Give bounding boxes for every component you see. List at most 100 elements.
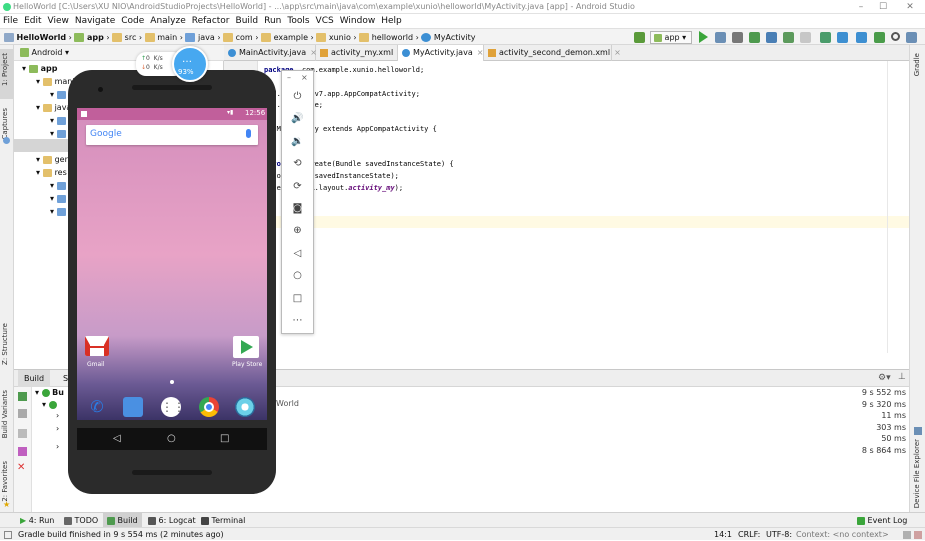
tab-activity-second-demon-xml[interactable]: activity_second_demon.xml ×	[484, 45, 621, 61]
back-icon[interactable]: ◁	[282, 244, 313, 264]
breadcrumb-java[interactable]: java	[198, 33, 215, 42]
breadcrumb-helloworld[interactable]: HelloWorld	[17, 33, 67, 42]
power-icon[interactable]: ⏻	[282, 87, 313, 107]
debug-icon[interactable]	[715, 32, 726, 43]
breadcrumb-app[interactable]: app	[87, 33, 104, 42]
menu-file[interactable]: File	[0, 14, 21, 28]
minimize-emulator-icon[interactable]: –	[287, 73, 291, 82]
phone-app-icon[interactable]: ✆	[87, 397, 107, 417]
menu-vcs[interactable]: VCS	[313, 14, 337, 28]
run-tool-button[interactable]: ▶ 4: Run	[20, 513, 54, 528]
menu-navigate[interactable]: Navigate	[72, 14, 118, 28]
nav-overview-icon[interactable]: □	[220, 433, 229, 444]
volume-up-icon[interactable]: 🔊	[282, 109, 313, 129]
menu-help[interactable]: Help	[378, 14, 405, 28]
menu-window[interactable]: Window	[337, 14, 379, 28]
event-log-button[interactable]: Event Log	[857, 513, 907, 528]
more-icon[interactable]: ⋯	[282, 311, 313, 331]
close-button[interactable]: ✕	[897, 1, 923, 13]
coverage-icon[interactable]	[749, 32, 760, 43]
avd-manager-icon[interactable]	[837, 32, 848, 43]
terminal-tool-button[interactable]: Terminal	[201, 513, 245, 528]
chrome-app-icon[interactable]	[199, 397, 219, 417]
breadcrumb-com[interactable]: com	[236, 33, 253, 42]
breadcrumb-xunio[interactable]: xunio	[329, 33, 351, 42]
menu-analyze[interactable]: Analyze	[147, 14, 188, 28]
nav-back-icon[interactable]: ◁	[113, 433, 121, 444]
menu-run[interactable]: Run	[261, 14, 284, 28]
mic-icon[interactable]	[246, 129, 251, 138]
expand-arrow-icon[interactable]: ▾	[22, 64, 29, 73]
maximize-button[interactable]: ☐	[870, 1, 896, 13]
rotate-left-icon[interactable]: ⟲	[282, 154, 313, 174]
line-separator[interactable]: CRLF:	[738, 528, 760, 541]
tab-activity-my-xml[interactable]: activity_my.xml×	[316, 45, 404, 61]
project-tool-label[interactable]: 1: Project	[1, 53, 9, 86]
menu-view[interactable]: View	[45, 14, 72, 28]
close-tab-icon[interactable]: ×	[477, 48, 484, 57]
project-structure-icon[interactable]	[874, 32, 885, 43]
breadcrumb-myactivity[interactable]: MyActivity	[434, 33, 476, 42]
code-editor[interactable]: package com.example.xunio.helloworld; oid…	[224, 61, 909, 369]
close-emulator-icon[interactable]: ×	[301, 73, 308, 82]
tree-node[interactable]: ▾ res	[36, 166, 67, 179]
home-icon[interactable]: ○	[282, 266, 313, 286]
apply-changes-icon[interactable]	[783, 32, 794, 43]
breadcrumb-src[interactable]: src	[125, 33, 137, 42]
expand-arrow-icon[interactable]: ▾	[50, 207, 57, 216]
gradle-tool-label[interactable]: Gradle	[913, 53, 921, 76]
expand-arrow-icon[interactable]: ▾	[50, 90, 57, 99]
rotate-right-icon[interactable]: ⟳	[282, 177, 313, 197]
breadcrumb-helloworld-pkg[interactable]: helloworld	[372, 33, 413, 42]
sync-icon[interactable]	[820, 32, 831, 43]
camera-icon[interactable]: ◙	[282, 199, 313, 219]
build-tab[interactable]: Build	[18, 370, 51, 387]
tree-node[interactable]: ▾ java	[36, 101, 71, 114]
expand-arrow-icon[interactable]: ▾	[36, 155, 43, 164]
tab-mainactivity-java[interactable]: MainActivity.java ×	[224, 45, 317, 61]
tab-myactivity-java[interactable]: MyActivity.java ×	[398, 45, 484, 61]
run-icon[interactable]	[699, 31, 708, 43]
gear-icon[interactable]: ⚙▾	[878, 373, 891, 383]
expand-arrow-icon[interactable]: ▾	[36, 168, 43, 177]
caret-position[interactable]: 14:1	[714, 528, 732, 541]
play-store-app-icon[interactable]	[233, 336, 259, 358]
menu-edit[interactable]: Edit	[21, 14, 44, 28]
captures-tool-label[interactable]: Captures	[1, 108, 9, 139]
debug-bug-icon[interactable]	[732, 32, 743, 43]
app-drawer-icon[interactable]: ⋮⋮	[161, 397, 185, 417]
nav-home-icon[interactable]: ○	[167, 433, 176, 444]
file-encoding[interactable]: UTF-8:	[766, 528, 792, 541]
tree-node[interactable]: ▾ app	[22, 62, 57, 75]
messages-app-icon[interactable]	[123, 397, 143, 417]
hide-panel-icon[interactable]: ⊥	[898, 372, 906, 382]
search-icon[interactable]	[891, 32, 900, 41]
logcat-tool-button[interactable]: 6: Logcat	[148, 513, 196, 528]
project-view-selector[interactable]: Android ▾	[20, 48, 69, 57]
expand-arrow-icon[interactable]: ▾	[36, 77, 43, 86]
expand-arrow-icon[interactable]: ▾	[50, 194, 57, 203]
favorites-tool-label[interactable]: 2: Favorites	[1, 461, 9, 502]
lock-icon[interactable]	[903, 531, 911, 539]
sdk-manager-icon[interactable]	[856, 32, 867, 43]
breadcrumb-example[interactable]: example	[274, 33, 308, 42]
expand-arrow-icon[interactable]: ▾	[50, 181, 57, 190]
menu-code[interactable]: Code	[118, 14, 147, 28]
overview-icon[interactable]: □	[282, 289, 313, 309]
zoom-icon[interactable]: ⊕	[282, 221, 313, 241]
expand-arrow-icon[interactable]: ▾	[50, 129, 57, 138]
build-variants-tool-label[interactable]: Build Variants	[1, 390, 9, 438]
camera-app-icon[interactable]	[235, 397, 255, 417]
google-search-bar[interactable]: Google	[86, 125, 258, 145]
device-file-explorer-label[interactable]: Device File Explorer	[913, 439, 921, 508]
device-screen[interactable]: ▾▮ 12:56 Google Gmail Play Store ✆ ⋮⋮ ◁ …	[77, 108, 267, 450]
breadcrumb-main[interactable]: main	[157, 33, 177, 42]
stop-icon[interactable]	[800, 32, 811, 43]
gmail-app-icon[interactable]	[85, 336, 109, 356]
run-config-select[interactable]: app ▾	[650, 31, 692, 44]
make-project-icon[interactable]	[634, 32, 645, 43]
expand-arrow-icon[interactable]: ▾	[36, 103, 43, 112]
build-tool-button[interactable]: Build	[103, 513, 142, 528]
network-speed-widget[interactable]: ↑0 K/s ↓0 K/s … 93%	[136, 46, 212, 84]
expand-arrow-icon[interactable]: ▾	[50, 116, 57, 125]
